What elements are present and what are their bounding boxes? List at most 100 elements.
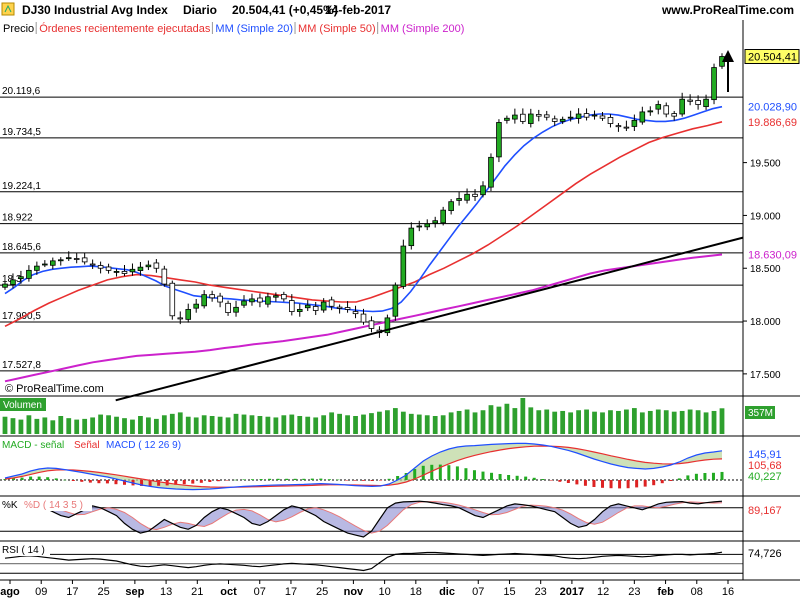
candle-body: [225, 302, 231, 314]
macd-legend-line: MACD ( 12 26 9): [106, 440, 181, 451]
candle-body: [567, 116, 574, 119]
volume-bar: [639, 412, 645, 434]
stochastic-plot: [0, 500, 743, 538]
macd-hist-bar: [566, 480, 570, 483]
candle-body: [440, 209, 446, 224]
macd-hist-bar: [54, 478, 58, 480]
candle-body: [241, 300, 247, 306]
volume-bar: [345, 415, 350, 434]
level-label: 18.645,6: [2, 242, 41, 253]
volume-bar: [146, 417, 151, 434]
x-tick-label: 18: [410, 586, 422, 598]
level-label: 17.527,8: [2, 360, 41, 371]
level-label: 18.922: [2, 213, 33, 224]
macd-hist-bar: [302, 478, 306, 480]
candle-body: [50, 260, 56, 266]
volume-bar: [448, 412, 454, 434]
volume-bar: [496, 406, 502, 434]
candle-body: [488, 156, 494, 188]
candle-body: [289, 300, 295, 312]
macd-tag: 40,227: [748, 471, 782, 483]
volume-bar: [10, 418, 16, 434]
candle-body: [257, 297, 263, 303]
price-legend: Precio Órdenes recientemente ejecutadas MM…: [3, 22, 464, 35]
volume-bar: [177, 412, 183, 434]
candle-body: [137, 266, 144, 271]
macd-hist-bar: [285, 478, 289, 480]
macd-hist-bar: [609, 480, 613, 489]
volume-bar: [122, 418, 127, 434]
macd-legend-signal: Señal: [74, 440, 100, 451]
tool-icon-1[interactable]: [1, 2, 15, 16]
volume-bar: [456, 410, 462, 434]
x-tick-label: dic: [439, 586, 455, 598]
candle-body: [273, 295, 279, 298]
candle-body: [2, 283, 8, 288]
candle-body: [281, 294, 287, 300]
macd-hist-bar: [498, 474, 502, 480]
volume-bar: [488, 405, 494, 434]
volume-bar: [153, 418, 159, 434]
candle: [496, 119, 502, 163]
candle-body: [703, 98, 709, 108]
macd-hist-bar: [558, 480, 562, 482]
candle-body: [663, 105, 670, 115]
legend-item: MM (Simple 20): [215, 23, 293, 35]
candle-body: [169, 282, 176, 317]
legend-item: MM (Simple 200): [381, 23, 465, 35]
candle-body: [671, 113, 677, 117]
volume-bar: [2, 416, 8, 434]
candle-body: [81, 257, 88, 263]
volume-bar: [512, 408, 518, 434]
macd-hist-bar: [524, 476, 528, 480]
volume-bar: [544, 409, 550, 434]
macd-hist-bar: [293, 478, 297, 480]
candle-body: [472, 193, 478, 197]
x-tick-label: sep: [125, 586, 144, 598]
candle-body: [655, 104, 662, 110]
macd-hist-bar: [46, 477, 50, 480]
candle-body: [551, 118, 558, 122]
candle-body: [416, 225, 423, 228]
volume-bar: [711, 410, 717, 434]
volume-bar: [536, 410, 542, 434]
x-tick-label: 21: [191, 586, 203, 598]
candle: [161, 265, 168, 287]
macd-hist-bar: [686, 475, 690, 480]
macd-hist-bar: [336, 479, 340, 481]
candle-body: [615, 125, 622, 128]
volume-bar: [472, 412, 478, 434]
macd-hist-bar: [592, 480, 596, 487]
candle-body: [496, 122, 502, 158]
volume-bar: [297, 416, 303, 434]
candle-body: [599, 115, 606, 119]
macd-hist-bar: [251, 479, 255, 480]
macd-panel: MACD - señal Señal MACD ( 12 26 9) 145,911…: [0, 435, 800, 491]
volume-bar: [576, 410, 581, 434]
volume-bar: [592, 411, 597, 434]
macd-hist-bar: [532, 477, 536, 480]
x-tick-label: 16: [722, 586, 734, 598]
volume-bar: [130, 419, 135, 434]
candle-body: [105, 266, 112, 271]
macd-hist-bar: [541, 479, 545, 480]
volume-bar: [90, 417, 96, 434]
volume-bar: [424, 415, 430, 434]
candle-body: [185, 309, 192, 320]
candle: [384, 314, 391, 336]
macd-hist-bar: [481, 471, 485, 480]
volume-bar: [504, 403, 510, 434]
volume-bar: [377, 411, 382, 434]
macd-hist-bar: [635, 480, 639, 488]
volume-bar: [305, 416, 311, 434]
volume-bar: [26, 415, 32, 434]
macd-hist-bar: [455, 466, 459, 480]
y-tick-label: 18.000: [750, 317, 781, 328]
volume-bar: [265, 416, 271, 434]
macd-hist-bar: [157, 480, 161, 486]
macd-hist-bar: [549, 480, 553, 481]
candle-body: [535, 114, 542, 117]
title-bar: DJ30 Industrial Avg Index Diario 20.504,…: [0, 0, 800, 20]
level-label: 20.119,6: [2, 86, 41, 97]
x-axis: ago 09 17 25 sep 13 21 oct 07 17 25 nov 10 18 dic 07 15 2…: [0, 579, 800, 598]
